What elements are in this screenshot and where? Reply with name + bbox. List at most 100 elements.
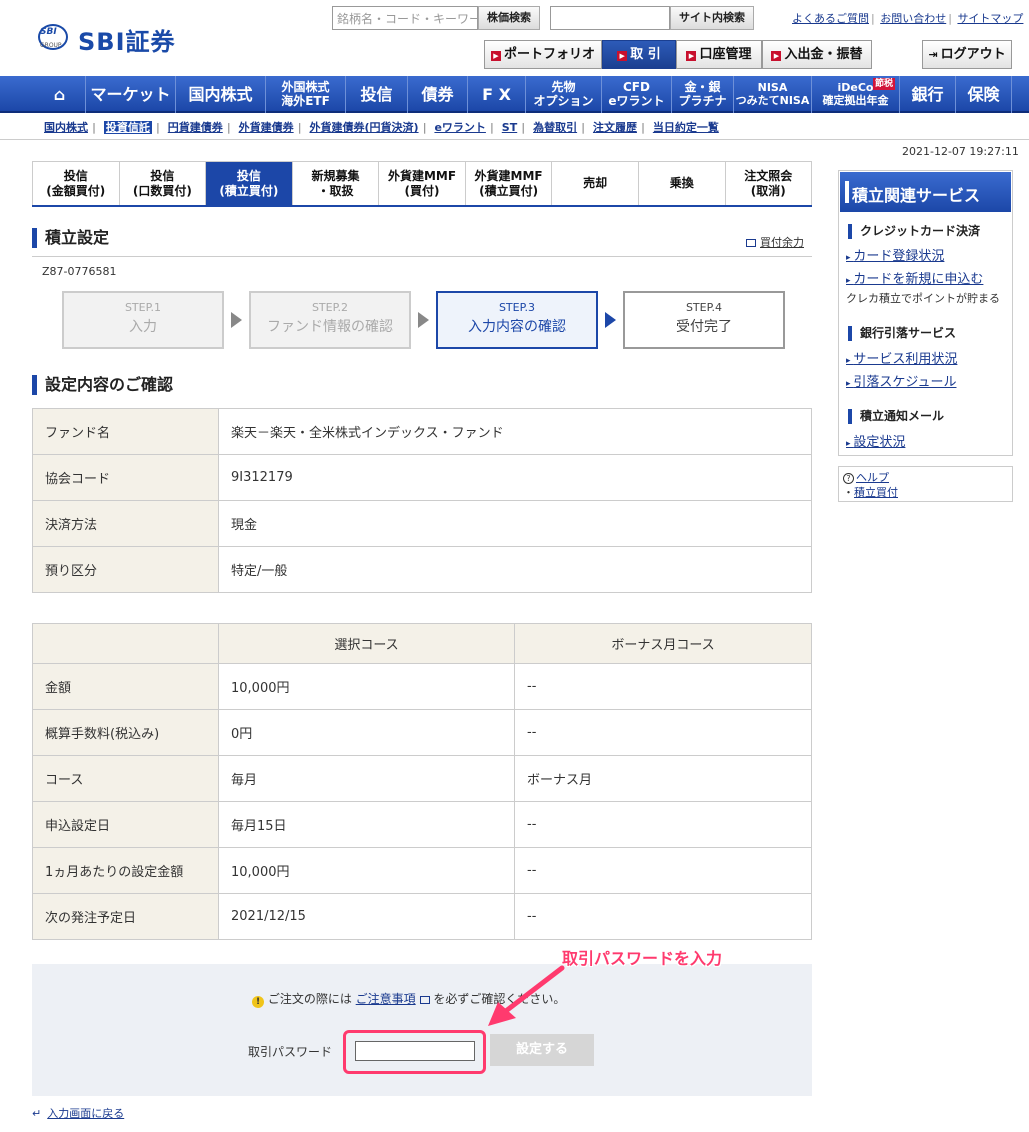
cell-selected: 10,000円 <box>218 663 515 710</box>
logout-icon: ⇥ <box>928 48 938 61</box>
tab-accumulation-buy[interactable]: 投信 (積立買付) <box>206 162 293 205</box>
site-search-button[interactable]: サイト内検索 <box>670 6 754 30</box>
nav-cfd[interactable]: CFD eワラント <box>602 76 672 113</box>
top-links: よくあるご質問 | お問い合わせ | サイトマップ <box>792 12 1024 25</box>
row-label: 申込設定日 <box>32 801 219 848</box>
step-3: STEP.3 入力内容の確認 <box>436 291 598 349</box>
faq-link[interactable]: よくあるご質問 <box>792 12 869 25</box>
confirm-section-title: 設定内容のご確認 <box>32 375 173 395</box>
cell-selected: 2021/12/15 <box>218 893 515 940</box>
nav-fx[interactable]: F X <box>468 76 526 113</box>
tab-foreign-mmf-buy[interactable]: 外貨建MMF (買付) <box>379 162 466 205</box>
sub-nav: 国内株式 | 投資信託 | 円貨建債券 | 外貨建債券 | 外貨建債券(円貨決済) | e… <box>44 121 719 134</box>
fund-name: 楽天－楽天・全米株式インデックス・ファンド <box>218 408 812 455</box>
trade-tabs: 投信 (金額買付) 投信 (口数買付) 投信 (積立買付) 新規募集 ・取扱 外… <box>32 161 813 207</box>
nav-nisa[interactable]: NISA つみたてNISA <box>734 76 812 113</box>
row-label: 決済方法 <box>32 500 219 547</box>
subnav-domestic-stocks[interactable]: 国内株式 <box>44 121 88 134</box>
account-management-button[interactable]: ▶ 口座管理 <box>676 40 762 69</box>
password-label: 取引パスワード <box>248 1045 333 1059</box>
row-label: コース <box>32 755 219 802</box>
sidebar-heading: 積立通知メール <box>848 409 944 424</box>
row-label: 預り区分 <box>32 546 219 593</box>
help-link[interactable]: ヘルプ <box>856 471 889 484</box>
sidebar-link[interactable]: カードを新規に申込む <box>846 268 983 287</box>
nav-investment-trust[interactable]: 投信 <box>346 76 408 113</box>
nav-bank[interactable]: 銀行 <box>900 76 956 113</box>
sidebar-link[interactable]: 設定状況 <box>846 431 905 450</box>
tab-order-inquiry[interactable]: 注文照会 (取消) <box>725 162 813 205</box>
portfolio-button[interactable]: ▶ ポートフォリオ <box>484 40 602 69</box>
subnav-yen-bonds[interactable]: 円貨建債券 <box>168 121 223 134</box>
tab-foreign-mmf-accumulation[interactable]: 外貨建MMF (積立買付) <box>465 162 553 205</box>
nav-ideco[interactable]: iDeCo 確定拠出年金 節税 <box>812 76 900 113</box>
sitemap-link[interactable]: サイトマップ <box>957 12 1023 25</box>
tab-sell[interactable]: 売却 <box>552 162 639 205</box>
tab-amount-buy[interactable]: 投信 (金額買付) <box>32 162 120 205</box>
fund-info-table: ファンド名 楽天－楽天・全米株式インデックス・ファンド 協会コード 9I312179… <box>32 408 812 593</box>
sidebar-link[interactable]: カード登録状況 <box>846 245 944 264</box>
nav-futures-options[interactable]: 先物 オプション <box>526 76 602 113</box>
title-underline <box>32 256 812 257</box>
back-link-row: ↵ 入力画面に戻る <box>32 1105 124 1121</box>
deposit-transfer-button[interactable]: ▶ 入出金・振替 <box>762 40 872 69</box>
stock-search-input[interactable]: 銘柄名・コード・キーワード <box>332 6 478 30</box>
red-square-icon: ▶ <box>686 51 697 61</box>
cell-bonus: -- <box>514 847 812 894</box>
association-code: 9I312179 <box>218 454 812 501</box>
header-bonus-course: ボーナス月コース <box>514 623 812 664</box>
trade-password-input[interactable] <box>355 1041 475 1061</box>
subnav-order-history[interactable]: 注文履歴 <box>593 121 637 134</box>
nav-market[interactable]: マーケット <box>86 76 176 113</box>
sidebar-link[interactable]: サービス利用状況 <box>846 348 957 367</box>
subnav-foreign-bonds[interactable]: 外貨建債券 <box>239 121 294 134</box>
row-label: 協会コード <box>32 454 219 501</box>
trade-button[interactable]: ▶ 取 引 <box>602 40 676 69</box>
step-1: STEP.1 入力 <box>62 291 224 349</box>
contact-link[interactable]: お問い合わせ <box>880 12 946 25</box>
cell-bonus: -- <box>514 801 812 848</box>
red-square-icon: ▶ <box>617 51 628 61</box>
nav-domestic-stocks[interactable]: 国内株式 <box>176 76 266 113</box>
header-blank <box>32 623 219 664</box>
help-item-row: ・積立買付 <box>843 486 898 499</box>
table-row: 決済方法 現金 <box>32 500 812 547</box>
subnav-ewarrant[interactable]: eワラント <box>434 121 485 134</box>
step-2: STEP.2 ファンド情報の確認 <box>249 291 411 349</box>
header-selected-course: 選択コース <box>218 623 515 664</box>
subnav-foreign-bonds-yen[interactable]: 外貨建債券(円貨決済) <box>310 121 419 134</box>
logout-button[interactable]: ⇥ ログアウト <box>922 40 1012 69</box>
red-square-icon: ▶ <box>490 51 501 61</box>
row-label: 概算手数料(税込み) <box>32 709 219 756</box>
sidebar-link[interactable]: 引落スケジュール <box>846 371 956 390</box>
subnav-fx-trade[interactable]: 為替取引 <box>533 121 577 134</box>
subnav-investment-trust[interactable]: 投資信託 <box>103 121 152 134</box>
logo-group-text: GROUP <box>40 42 62 49</box>
logo-wordmark[interactable]: SBI証券 <box>78 22 176 57</box>
step-arrow-icon <box>418 312 429 328</box>
cell-bonus: -- <box>514 893 812 940</box>
nav-bonds[interactable]: 債券 <box>408 76 468 113</box>
step-arrow-icon <box>605 312 616 328</box>
precautions-link[interactable]: ご注意事項 <box>356 992 416 1006</box>
nav-foreign-stocks[interactable]: 外国株式 海外ETF <box>266 76 346 113</box>
tab-switch[interactable]: 乗換 <box>638 162 726 205</box>
tab-unit-buy[interactable]: 投信 (口数買付) <box>119 162 207 205</box>
buying-power-link[interactable]: 買付余力 <box>746 234 804 250</box>
stock-search-button[interactable]: 株価検索 <box>478 6 540 30</box>
subnav-todays-executions[interactable]: 当日約定一覧 <box>653 121 719 134</box>
tab-new-offering[interactable]: 新規募集 ・取扱 <box>292 162 380 205</box>
subnav-st[interactable]: ST <box>502 121 517 134</box>
help-accumulation-link[interactable]: 積立買付 <box>854 486 898 499</box>
table-row: 預り区分 特定/一般 <box>32 546 812 593</box>
sidebar-heading: クレジットカード決済 <box>848 224 980 239</box>
nav-gold[interactable]: 金・銀 プラチナ <box>672 76 734 113</box>
warning-icon: ! <box>252 996 264 1008</box>
site-search-input[interactable] <box>550 6 670 30</box>
row-label: 金額 <box>32 663 219 710</box>
submit-button[interactable]: 設定する <box>490 1034 594 1066</box>
home-icon[interactable]: ⌂ <box>34 76 86 113</box>
logo-sbi-text: SBI <box>40 27 57 37</box>
nav-insurance[interactable]: 保険 <box>956 76 1012 113</box>
back-to-input-link[interactable]: 入力画面に戻る <box>47 1107 124 1120</box>
